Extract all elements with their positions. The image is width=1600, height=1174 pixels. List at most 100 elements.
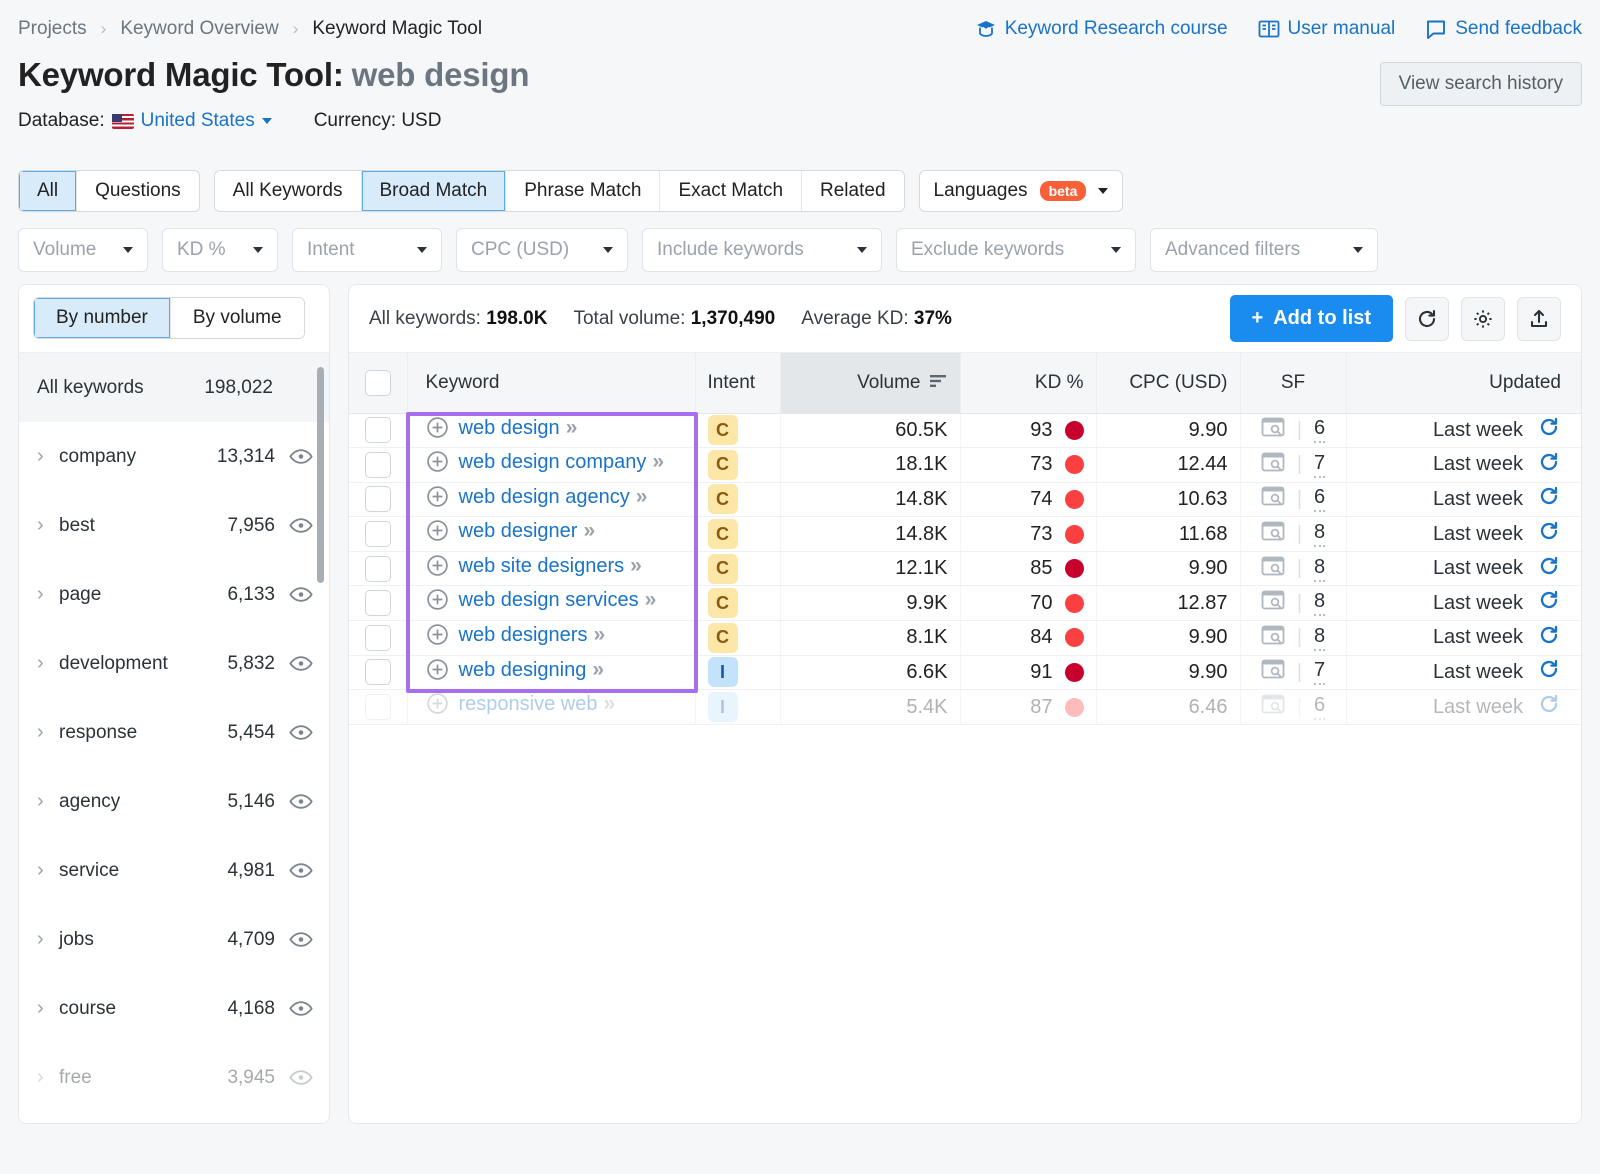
keyword-link[interactable]: web design agency	[459, 486, 630, 508]
column-header-intent[interactable]: Intent	[695, 353, 780, 413]
chevron-down-icon[interactable]	[262, 118, 272, 124]
advanced-filters[interactable]: Advanced filters	[1150, 228, 1378, 272]
table-row[interactable]: web designer»C14.8K7311.68|8Last week	[349, 517, 1581, 552]
eye-icon[interactable]	[289, 1069, 313, 1086]
sidebar-item-page[interactable]: ›page6,133	[19, 560, 329, 629]
add-keyword-icon[interactable]	[426, 692, 449, 724]
tab-broad-match[interactable]: Broad Match	[362, 171, 507, 211]
gear-icon[interactable]	[1461, 297, 1505, 341]
expand-keyword-icon[interactable]: »	[645, 588, 655, 611]
add-keyword-icon[interactable]	[426, 450, 449, 482]
cpc-filter[interactable]: CPC (USD)	[456, 228, 628, 272]
column-header-kd[interactable]: KD %	[960, 353, 1096, 413]
add-keyword-icon[interactable]	[426, 485, 449, 517]
keyword-link[interactable]: web design company	[459, 451, 647, 473]
tab-related[interactable]: Related	[802, 171, 904, 211]
sidebar-scrollbar[interactable]	[317, 367, 324, 583]
table-row[interactable]: web designers»C8.1K849.90|8Last week	[349, 621, 1581, 656]
sf-count[interactable]: 6	[1314, 486, 1325, 512]
sf-count[interactable]: 6	[1314, 417, 1325, 443]
intent-badge[interactable]: C	[708, 415, 738, 445]
add-keyword-icon[interactable]	[426, 416, 449, 448]
row-checkbox[interactable]	[365, 659, 391, 685]
sidebar-item-free[interactable]: ›free3,945	[19, 1043, 329, 1112]
intent-badge[interactable]: C	[708, 623, 738, 653]
keyword-research-course-link[interactable]: Keyword Research course	[975, 18, 1228, 40]
tab-questions[interactable]: Questions	[77, 171, 199, 211]
refresh-icon[interactable]	[1405, 297, 1449, 341]
expand-keyword-icon[interactable]: »	[652, 450, 662, 473]
serp-features-icon[interactable]	[1261, 520, 1285, 548]
sidebar-item-development[interactable]: ›development5,832	[19, 629, 329, 698]
table-row[interactable]: web design agency»C14.8K7410.63|6Last we…	[349, 482, 1581, 517]
row-refresh-icon[interactable]	[1537, 588, 1561, 618]
tab-phrase-match[interactable]: Phrase Match	[506, 171, 660, 211]
eye-icon[interactable]	[289, 862, 313, 879]
kd-filter[interactable]: KD %	[162, 228, 278, 272]
intent-filter[interactable]: Intent	[292, 228, 442, 272]
column-header-keyword[interactable]: Keyword	[407, 353, 695, 413]
row-refresh-icon[interactable]	[1537, 692, 1561, 722]
row-checkbox[interactable]	[365, 417, 391, 443]
eye-icon[interactable]	[289, 586, 313, 603]
breadcrumb-item-keyword-magic-tool[interactable]: Keyword Magic Tool	[312, 18, 482, 40]
sidebar-item-jobs[interactable]: ›jobs4,709	[19, 905, 329, 974]
intent-badge[interactable]: I	[708, 657, 738, 687]
expand-keyword-icon[interactable]: »	[630, 554, 640, 577]
toggle-by-volume[interactable]: By volume	[171, 298, 304, 338]
select-all-checkbox[interactable]	[365, 370, 391, 396]
add-keyword-icon[interactable]	[426, 554, 449, 586]
row-checkbox[interactable]	[365, 694, 391, 720]
row-checkbox[interactable]	[365, 521, 391, 547]
keyword-link[interactable]: web designer	[459, 520, 578, 542]
chevron-right-icon[interactable]: ›	[37, 790, 59, 813]
add-keyword-icon[interactable]	[426, 658, 449, 690]
eye-icon[interactable]	[289, 1000, 313, 1017]
row-refresh-icon[interactable]	[1537, 554, 1561, 584]
volume-filter[interactable]: Volume	[18, 228, 148, 272]
add-to-list-button[interactable]: + Add to list	[1230, 295, 1393, 342]
row-checkbox[interactable]	[365, 625, 391, 651]
chevron-right-icon[interactable]: ›	[37, 1066, 59, 1089]
table-row[interactable]: web designing»I6.6K919.90|7Last week	[349, 655, 1581, 690]
chevron-right-icon[interactable]: ›	[37, 928, 59, 951]
table-row[interactable]: web design services»C9.9K7012.87|8Last w…	[349, 586, 1581, 621]
row-refresh-icon[interactable]	[1537, 484, 1561, 514]
tab-all[interactable]: All	[19, 171, 77, 211]
sf-count[interactable]: 8	[1314, 590, 1325, 616]
database-selector[interactable]: Database: United States	[18, 110, 272, 132]
intent-badge[interactable]: C	[708, 554, 738, 584]
table-row[interactable]: web design company»C18.1K7312.44|7Last w…	[349, 448, 1581, 483]
sidebar-item-company[interactable]: ›company13,314	[19, 422, 329, 491]
eye-icon[interactable]	[289, 448, 313, 465]
chevron-right-icon[interactable]: ›	[37, 514, 59, 537]
serp-features-icon[interactable]	[1261, 658, 1285, 686]
add-keyword-icon[interactable]	[426, 623, 449, 655]
include-keywords-filter[interactable]: Include keywords	[642, 228, 882, 272]
add-keyword-icon[interactable]	[426, 588, 449, 620]
row-checkbox[interactable]	[365, 452, 391, 478]
keyword-link[interactable]: web designers	[459, 624, 588, 646]
eye-icon[interactable]	[289, 517, 313, 534]
languages-dropdown[interactable]: Languages beta	[919, 170, 1124, 212]
table-row[interactable]: responsive web»I5.4K876.46|6Last week	[349, 690, 1581, 725]
sidebar-item-best[interactable]: ›best7,956	[19, 491, 329, 560]
row-refresh-icon[interactable]	[1537, 450, 1561, 480]
keyword-link[interactable]: web site designers	[459, 555, 625, 577]
sf-count[interactable]: 7	[1314, 659, 1325, 685]
row-refresh-icon[interactable]	[1537, 657, 1561, 687]
column-header-sf[interactable]: SF	[1240, 353, 1346, 413]
row-refresh-icon[interactable]	[1537, 415, 1561, 445]
sf-count[interactable]: 6	[1314, 694, 1325, 720]
column-header-cpc[interactable]: CPC (USD)	[1096, 353, 1240, 413]
serp-features-icon[interactable]	[1261, 624, 1285, 652]
expand-keyword-icon[interactable]: »	[592, 658, 602, 681]
row-refresh-icon[interactable]	[1537, 519, 1561, 549]
row-checkbox[interactable]	[365, 590, 391, 616]
eye-icon[interactable]	[289, 724, 313, 741]
exclude-keywords-filter[interactable]: Exclude keywords	[896, 228, 1136, 272]
eye-icon[interactable]	[289, 655, 313, 672]
user-manual-link[interactable]: User manual	[1258, 18, 1396, 40]
add-keyword-icon[interactable]	[426, 519, 449, 551]
row-refresh-icon[interactable]	[1537, 623, 1561, 653]
